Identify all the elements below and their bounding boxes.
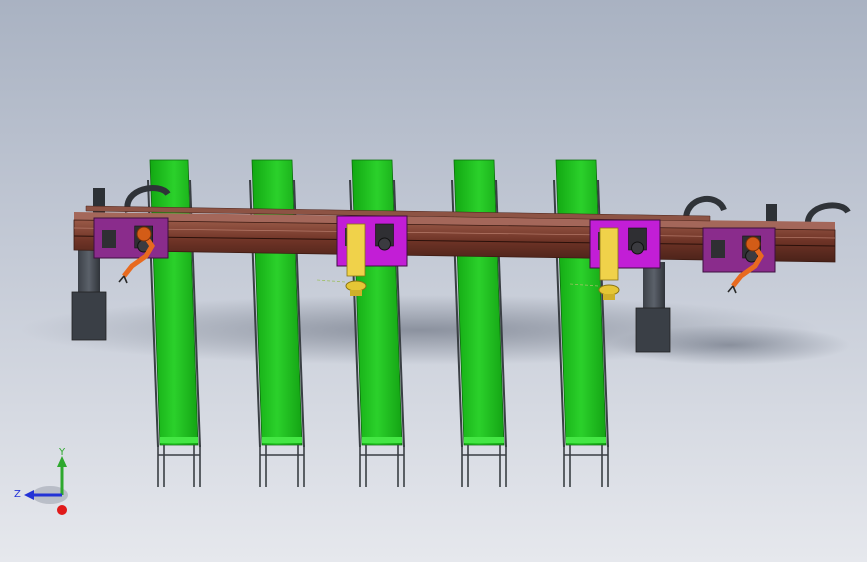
suction-cup bbox=[350, 290, 362, 296]
conveyor-5 bbox=[553, 159, 609, 487]
tail-roller bbox=[262, 437, 302, 443]
carriage-4-robot-gripper[interactable] bbox=[702, 227, 776, 294]
conveyor-3 bbox=[349, 159, 405, 487]
suction-head bbox=[345, 280, 367, 292]
y-axis-label: Y bbox=[58, 447, 66, 458]
motor-flange bbox=[378, 237, 391, 251]
conveyor-4 bbox=[451, 159, 507, 487]
drive-block bbox=[711, 240, 725, 258]
x-axis-dot bbox=[57, 505, 67, 515]
z-axis-label: Z bbox=[14, 489, 21, 500]
air-hose bbox=[316, 279, 346, 283]
tail-roller bbox=[362, 437, 402, 443]
tail-roller bbox=[566, 437, 606, 443]
tail-roller bbox=[464, 437, 504, 443]
robot-base bbox=[136, 226, 152, 242]
cad-viewport[interactable]: Y Z bbox=[0, 0, 867, 562]
motor-flange bbox=[631, 241, 644, 255]
vertical-axis bbox=[346, 223, 366, 277]
z-axis-head bbox=[24, 490, 34, 500]
vertical-axis bbox=[599, 227, 619, 281]
suction-cup bbox=[603, 294, 615, 300]
orientation-triad: Y Z bbox=[14, 447, 68, 515]
robot-base bbox=[745, 236, 761, 252]
drive-block bbox=[102, 230, 116, 248]
suction-head bbox=[598, 284, 620, 296]
ground-shadow bbox=[20, 295, 850, 365]
tail-roller bbox=[160, 437, 198, 443]
